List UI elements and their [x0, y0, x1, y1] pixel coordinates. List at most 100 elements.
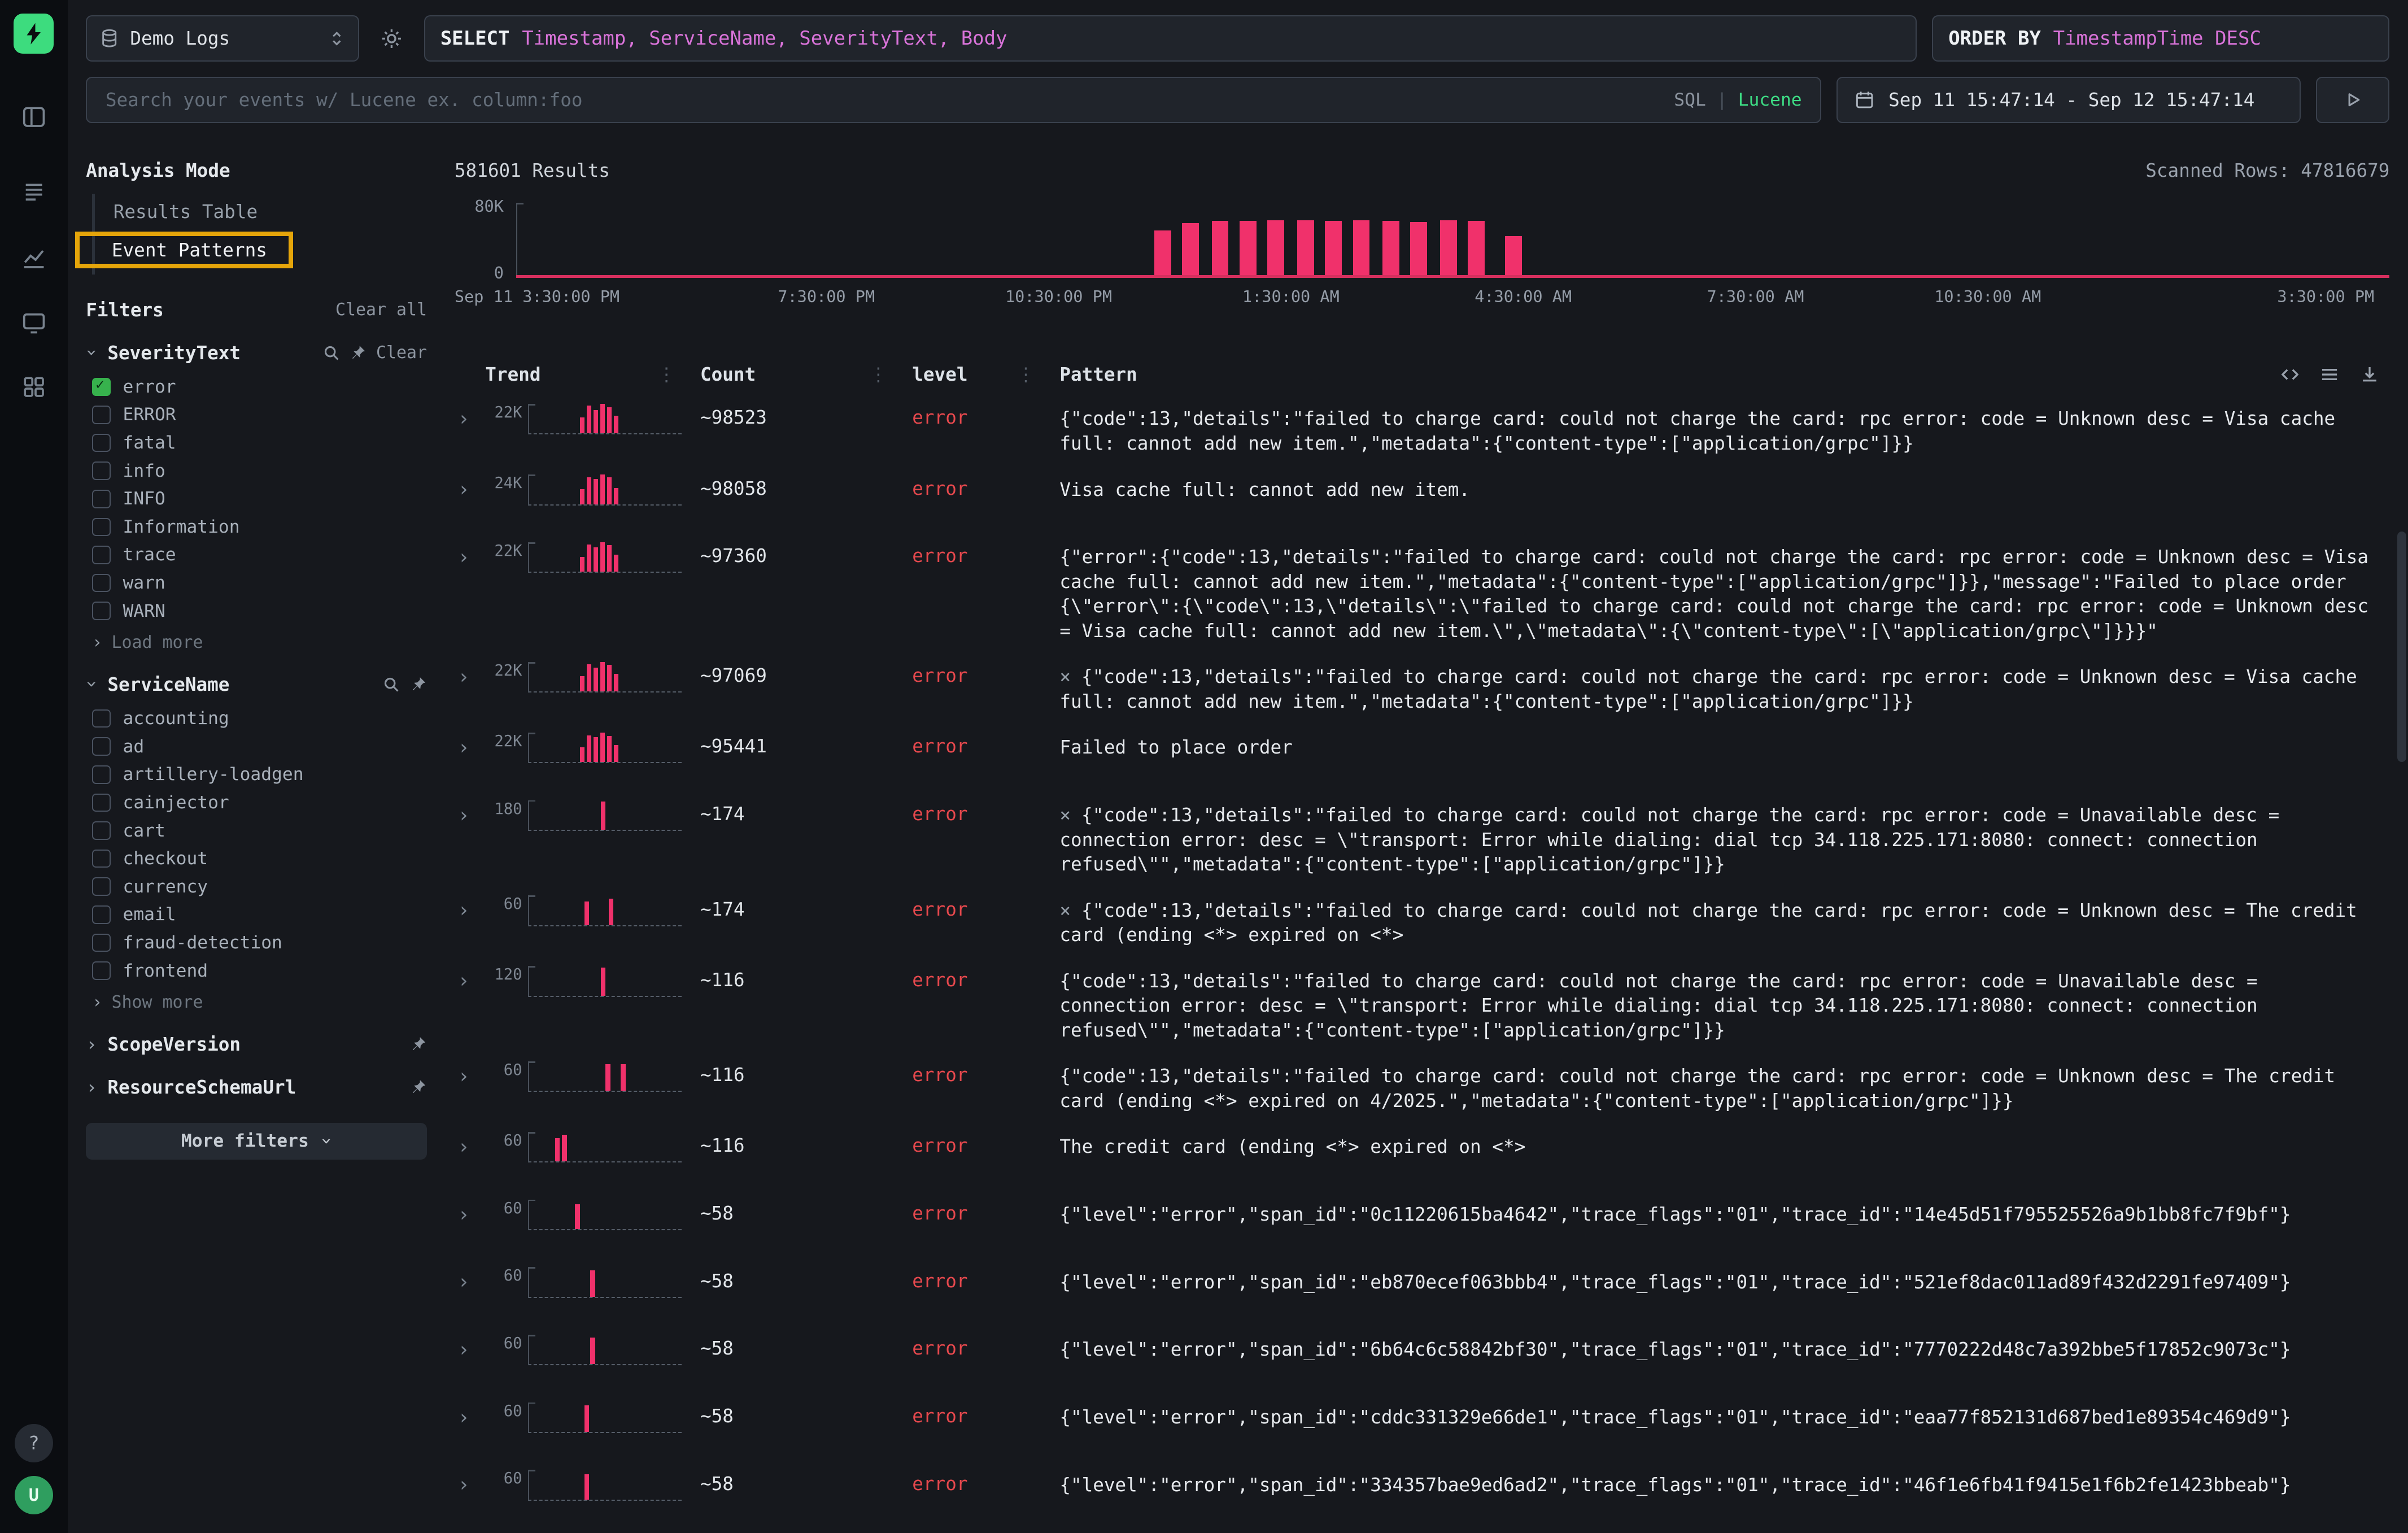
search-icon[interactable]: [382, 676, 400, 693]
filter-option-fatal[interactable]: fatal: [86, 429, 427, 457]
expand-row-icon[interactable]: ›: [455, 733, 485, 763]
histogram-bar[interactable]: [1353, 220, 1370, 277]
filter-option-accounting[interactable]: accounting: [86, 704, 427, 733]
pattern-text[interactable]: ×{"code":13,"details":"failed to charge …: [1059, 895, 2389, 947]
pattern-row[interactable]: ›60~58error{"level":"error","span_id":"b…: [455, 1528, 2389, 1533]
expand-row-icon[interactable]: ›: [455, 800, 485, 831]
histogram-bar[interactable]: [1212, 221, 1229, 276]
expand-row-icon[interactable]: ›: [455, 1267, 485, 1297]
pattern-row[interactable]: ›60~174error×{"code":13,"details":"faile…: [455, 886, 2389, 957]
histogram-bar[interactable]: [1240, 221, 1257, 277]
pattern-text[interactable]: {"level":"error","span_id":"6b64c6c58842…: [1059, 1335, 2389, 1362]
histogram-bar[interactable]: [1505, 236, 1522, 277]
help-button[interactable]: ?: [15, 1424, 53, 1462]
filter-load-more[interactable]: ›Load more: [86, 633, 427, 652]
filter-option-currency[interactable]: currency: [86, 873, 427, 901]
pin-icon[interactable]: [409, 676, 427, 693]
date-range-picker[interactable]: Sep 11 15:47:14 - Sep 12 15:47:14: [1836, 77, 2300, 123]
app-logo-bolt-icon[interactable]: [14, 14, 54, 54]
column-header-trend[interactable]: Trend⋮: [485, 364, 700, 385]
pin-icon[interactable]: [349, 344, 367, 362]
expand-row-icon[interactable]: ›: [455, 966, 485, 996]
checkbox[interactable]: [92, 518, 111, 537]
analysis-mode-results-table[interactable]: Results Table: [95, 197, 258, 227]
filter-option-frontend[interactable]: frontend: [86, 957, 427, 985]
expand-row-icon[interactable]: ›: [455, 474, 485, 505]
results-histogram[interactable]: 80K 0: [455, 197, 2389, 276]
pattern-row[interactable]: ›60~116error{"code":13,"details":"failed…: [455, 1052, 2389, 1123]
expand-row-icon[interactable]: ›: [455, 662, 485, 693]
pattern-text[interactable]: ×{"code":13,"details":"failed to charge …: [1059, 800, 2389, 877]
clear-filter[interactable]: Clear: [376, 343, 427, 363]
exclude-icon[interactable]: ×: [1059, 900, 1071, 921]
filter-show-more[interactable]: ›Show more: [86, 992, 427, 1012]
pin-icon[interactable]: [409, 1035, 427, 1053]
pattern-text[interactable]: {"level":"error","span_id":"0c11220615ba…: [1059, 1200, 2389, 1227]
filter-option-error[interactable]: error: [86, 373, 427, 401]
histogram-bar[interactable]: [1267, 220, 1284, 277]
histogram-bar[interactable]: [1297, 220, 1314, 277]
pattern-row[interactable]: ›60~58error{"level":"error","span_id":"e…: [455, 1258, 2389, 1326]
filter-option-WARN[interactable]: WARN: [86, 597, 427, 625]
histogram-bar[interactable]: [1440, 220, 1457, 277]
checkbox[interactable]: [92, 961, 111, 980]
expand-row-icon[interactable]: ›: [455, 542, 485, 573]
source-select[interactable]: Demo Logs: [86, 15, 359, 62]
pattern-text[interactable]: {"level":"error","span_id":"eb870ecef063…: [1059, 1267, 2389, 1295]
panels-icon[interactable]: [11, 94, 57, 140]
more-filters-button[interactable]: More filters ›: [86, 1123, 427, 1160]
checkbox[interactable]: [92, 709, 111, 728]
filter-option-trace[interactable]: trace: [86, 541, 427, 569]
filter-option-Information[interactable]: Information: [86, 513, 427, 541]
expand-row-icon[interactable]: ›: [455, 404, 485, 434]
column-header-count[interactable]: Count⋮: [700, 364, 912, 385]
pattern-row[interactable]: ›60~58error{"level":"error","span_id":"0…: [455, 1190, 2389, 1258]
expand-row-icon[interactable]: ›: [455, 895, 485, 926]
checkbox[interactable]: [92, 434, 111, 452]
chart-icon[interactable]: [11, 235, 57, 281]
histogram-bar[interactable]: [1382, 221, 1399, 276]
filter-option-checkout[interactable]: checkout: [86, 844, 427, 873]
filter-option-warn[interactable]: warn: [86, 569, 427, 597]
filter-option-ERROR[interactable]: ERROR: [86, 401, 427, 429]
pattern-text[interactable]: {"code":13,"details":"failed to charge c…: [1059, 404, 2389, 456]
pin-icon[interactable]: [409, 1078, 427, 1096]
monitor-icon[interactable]: [11, 299, 57, 346]
filter-option-info[interactable]: info: [86, 457, 427, 485]
logs-icon[interactable]: [11, 171, 57, 217]
checkbox[interactable]: [92, 602, 111, 620]
filter-option-fraud-detection[interactable]: fraud-detection: [86, 929, 427, 957]
expand-row-icon[interactable]: ›: [455, 1403, 485, 1433]
column-header-pattern[interactable]: Pattern: [1059, 364, 2389, 385]
pattern-text[interactable]: Failed to place order: [1059, 733, 2389, 760]
checkbox[interactable]: [92, 378, 111, 397]
expand-row-icon[interactable]: ›: [455, 1200, 485, 1230]
pattern-row[interactable]: ›22K~97360error{"error":{"code":13,"deta…: [455, 533, 2389, 652]
user-avatar[interactable]: U: [15, 1476, 53, 1514]
pattern-text[interactable]: {"error":{"code":13,"details":"failed to…: [1059, 542, 2389, 644]
column-menu-icon[interactable]: ⋮: [869, 364, 912, 385]
pattern-row[interactable]: ›60~58error{"level":"error","span_id":"6…: [455, 1326, 2389, 1393]
sql-mode-toggle[interactable]: SQL: [1674, 90, 1705, 110]
pattern-row[interactable]: ›24K~98058errorVisa cache full: cannot a…: [455, 465, 2389, 533]
lucene-mode-toggle[interactable]: Lucene: [1738, 90, 1802, 110]
histogram-bar[interactable]: [1410, 222, 1427, 276]
filter-option-artillery-loadgen[interactable]: artillery-loadgen: [86, 761, 427, 789]
expand-row-icon[interactable]: ›: [455, 1132, 485, 1162]
filter-group-header[interactable]: ›ServiceName: [86, 674, 427, 695]
search-bar[interactable]: SQL | Lucene: [86, 77, 1821, 123]
checkbox[interactable]: [92, 794, 111, 812]
pattern-text[interactable]: {"code":13,"details":"failed to charge c…: [1059, 1061, 2389, 1113]
pattern-text[interactable]: ×{"code":13,"details":"failed to charge …: [1059, 662, 2389, 714]
exclude-icon[interactable]: ×: [1059, 804, 1071, 826]
pattern-row[interactable]: ›180~174error×{"code":13,"details":"fail…: [455, 791, 2389, 886]
order-by-editor[interactable]: ORDER BY TimestampTime DESC: [1932, 15, 2389, 62]
checkbox[interactable]: [92, 934, 111, 952]
filter-option-email[interactable]: email: [86, 901, 427, 929]
checkbox[interactable]: [92, 406, 111, 424]
pattern-row[interactable]: ›60~58error{"level":"error","span_id":"3…: [455, 1461, 2389, 1528]
checkbox[interactable]: [92, 905, 111, 924]
histogram-bar[interactable]: [1468, 221, 1485, 276]
clear-all-filters[interactable]: Clear all: [335, 300, 427, 320]
checkbox[interactable]: [92, 821, 111, 840]
